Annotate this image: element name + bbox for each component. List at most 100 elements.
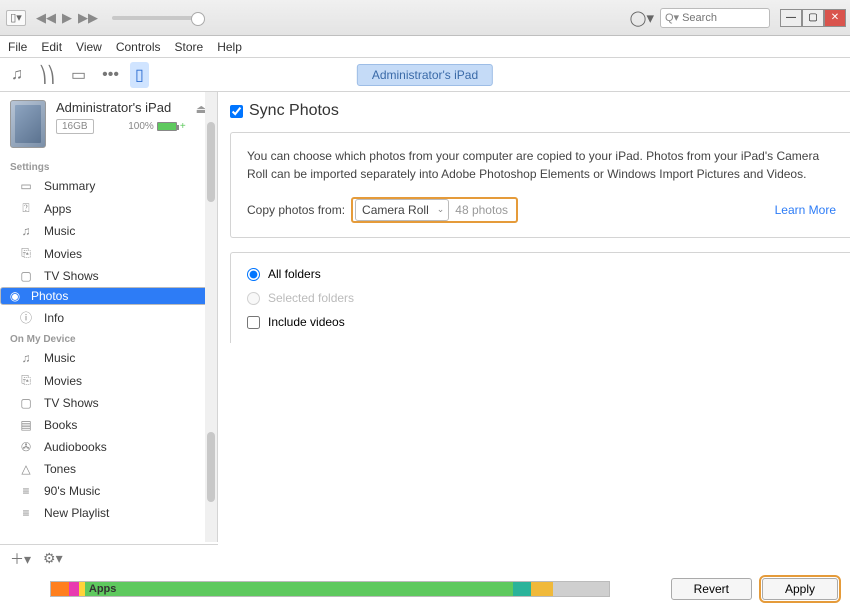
settings-label: Settings (0, 158, 217, 175)
playlist-icon: ≡ (18, 506, 34, 520)
tv-tab-icon[interactable]: ▭ (66, 62, 91, 88)
all-folders-radio[interactable] (247, 268, 260, 281)
prev-button[interactable]: ◀◀ (34, 10, 58, 26)
sync-heading: Sync Photos (249, 102, 339, 120)
sidebar-item-od-tv[interactable]: ▢TV Shows (0, 392, 217, 414)
storage-segment (69, 582, 79, 596)
device-capacity: 16GB (56, 119, 94, 134)
sidebar-item-summary[interactable]: ▭Summary (0, 175, 217, 197)
sidebar-item-od-90s[interactable]: ≡ 90's Music (0, 480, 217, 502)
chevron-down-icon: ⌄ (437, 203, 445, 217)
sidebar-item-od-audiobooks[interactable]: ✇Audiobooks (0, 436, 217, 458)
sidebar-item-od-movies[interactable]: ⎘Movies (0, 369, 217, 392)
charging-icon: + (180, 121, 186, 132)
search-icon: Q▾ (665, 11, 679, 24)
sidebar-item-label: Movies (44, 247, 82, 261)
close-button[interactable]: ✕ (824, 9, 846, 27)
battery-percent: 100% (128, 121, 154, 132)
play-button[interactable]: ▶ (60, 10, 74, 26)
sidebar-item-label: Info (44, 311, 64, 325)
copy-from-label: Copy photos from: (247, 201, 345, 219)
search-field[interactable]: Q▾ (660, 8, 770, 28)
device-thumbnail (10, 100, 46, 148)
menu-file[interactable]: File (8, 40, 27, 54)
sync-description-panel: You can choose which photos from your co… (230, 132, 850, 238)
titlebar: ▯▾ ◀◀ ▶ ▶▶ ◯▾ Q▾ — ▢ ✕ (0, 0, 850, 36)
movies-tab-icon[interactable]: ⎞⎞ (34, 62, 60, 88)
storage-segment (553, 582, 609, 596)
storage-segment (513, 582, 531, 596)
sidebar-item-label: Summary (44, 179, 95, 193)
books-icon: ▤ (18, 418, 34, 432)
apply-button[interactable]: Apply (762, 578, 838, 600)
learn-more-link[interactable]: Learn More (775, 201, 836, 219)
sidebar-item-photos[interactable]: ◉ Photos (0, 287, 217, 305)
miniplayer-toggle[interactable]: ▯▾ (6, 10, 26, 26)
sidebar-item-label: Photos (31, 289, 68, 303)
selected-folders-radio (247, 292, 260, 305)
menu-view[interactable]: View (76, 40, 102, 54)
menu-store[interactable]: Store (175, 40, 204, 54)
sidebar-item-od-tones[interactable]: △Tones (0, 458, 217, 480)
include-videos-checkbox[interactable] (247, 316, 260, 329)
ondevice-label: On My Device (0, 330, 217, 347)
sidebar-item-label: TV Shows (44, 396, 99, 410)
storage-segment-label: Apps (89, 583, 117, 595)
sidebar-item-od-newplaylist[interactable]: ≡ New Playlist (0, 502, 217, 524)
sidebar-item-label: New Playlist (44, 506, 109, 520)
playlist-icon: ≡ (18, 484, 34, 498)
sidebar-item-label: Movies (44, 374, 82, 388)
account-icon[interactable]: ◯▾ (630, 9, 654, 27)
folder-options-panel: All folders Selected folders Include vid… (230, 252, 850, 343)
apps-icon: ⍰ (18, 201, 34, 216)
music-tab-icon[interactable]: ♫ (6, 63, 28, 87)
add-button[interactable]: ＋▾ (10, 549, 31, 569)
sidebar-item-label: Apps (44, 202, 71, 216)
storage-segment: Apps (85, 582, 513, 596)
sidebar-item-tvshows[interactable]: ▢TV Shows (0, 265, 217, 287)
device-name: Administrator's iPad (56, 100, 186, 115)
menu-edit[interactable]: Edit (41, 40, 62, 54)
sidebar-item-od-books[interactable]: ▤ Books (0, 414, 217, 436)
info-icon: ⓘ (18, 309, 34, 326)
menu-controls[interactable]: Controls (116, 40, 161, 54)
all-folders-label: All folders (268, 267, 321, 281)
sidebar-item-music[interactable]: ♫Music (0, 220, 217, 242)
search-input[interactable] (682, 12, 760, 24)
maximize-button[interactable]: ▢ (802, 9, 824, 27)
sync-description: You can choose which photos from your co… (247, 147, 836, 183)
sidebar-item-label: Music (44, 351, 75, 365)
music-icon: ♫ (18, 351, 34, 365)
sync-photos-checkbox[interactable] (230, 105, 243, 118)
next-button[interactable]: ▶▶ (76, 10, 100, 26)
more-tab-icon[interactable]: ••• (97, 63, 124, 87)
menubar: File Edit View Controls Store Help (0, 36, 850, 58)
storage-row: Apps Revert Apply (0, 574, 850, 604)
device-tab-icon[interactable]: ▯ (130, 62, 149, 88)
selected-folders-label: Selected folders (268, 291, 354, 305)
nav-row: ♫ ⎞⎞ ▭ ••• ▯ Administrator's iPad (0, 58, 850, 92)
photo-source-select[interactable]: Camera Roll ⌄ (355, 199, 449, 221)
include-videos-label: Include videos (268, 315, 345, 329)
volume-slider[interactable] (112, 16, 202, 20)
sidebar-item-apps[interactable]: ⍰ Apps (0, 197, 217, 220)
sidebar-item-movies[interactable]: ⎘ Movies (0, 242, 217, 265)
main-panel: Sync Photos You can choose which photos … (218, 92, 850, 542)
storage-segment (531, 582, 553, 596)
minimize-button[interactable]: — (780, 9, 802, 27)
sidebar-item-info[interactable]: ⓘ Info (0, 305, 217, 330)
sidebar-item-od-music[interactable]: ♫ Music (0, 347, 217, 369)
sidebar-item-label: 90's Music (44, 484, 100, 498)
photos-icon: ◉ (7, 289, 23, 303)
sidebar-scrollbar[interactable] (205, 92, 217, 542)
gear-button[interactable]: ⚙▾ (43, 550, 63, 567)
tv-icon: ▢ (18, 269, 34, 283)
device-pill[interactable]: Administrator's iPad (357, 64, 493, 86)
device-header: Administrator's iPad 16GB 100% + ⏏ (0, 92, 217, 158)
music-icon: ♫ (18, 224, 34, 238)
tones-icon: △ (18, 462, 34, 476)
movies-icon: ⎘ (18, 246, 34, 261)
revert-button[interactable]: Revert (671, 578, 752, 600)
sidebar-item-label: Books (44, 418, 77, 432)
menu-help[interactable]: Help (217, 40, 242, 54)
